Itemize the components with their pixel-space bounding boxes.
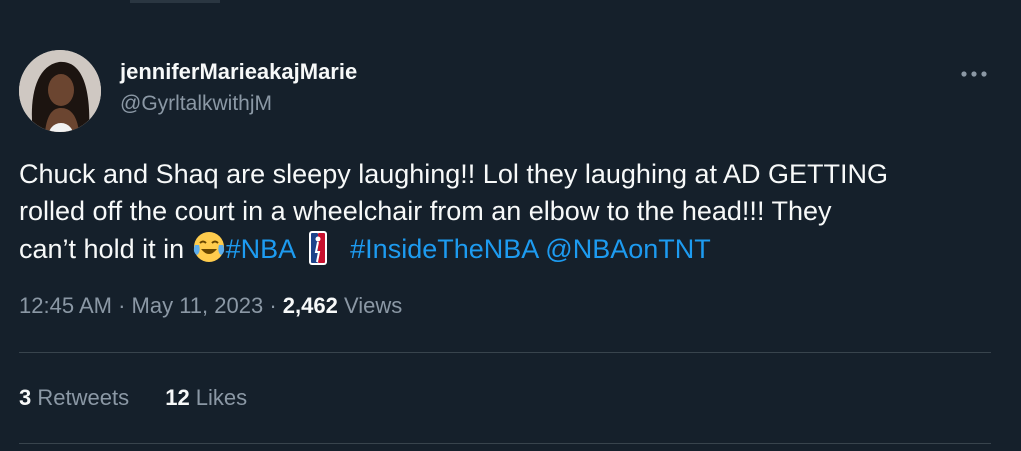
display-name[interactable]: jenniferMarieakajMarie	[120, 58, 357, 86]
tweet-date[interactable]: May 11, 2023	[132, 293, 264, 318]
more-options-button[interactable]	[952, 58, 996, 90]
avatar[interactable]	[19, 50, 101, 132]
retweets-label: Retweets	[31, 385, 130, 410]
views-count: 2,462	[282, 293, 338, 318]
nba-logo-icon	[308, 230, 328, 266]
tweet-card: jenniferMarieakajMarie @GyrltalkwithjM C…	[0, 0, 1021, 451]
retweets-count: 3	[19, 385, 32, 410]
hashtag-nba-link[interactable]: #NBA	[226, 234, 297, 264]
views-label: Views	[337, 293, 403, 318]
tweet-time[interactable]: 12:45 AM	[19, 293, 112, 318]
tweet-text-line: Chuck and Shaq are sleepy laughing!! Lol…	[19, 159, 889, 189]
likes-stat[interactable]: 12 Likes	[165, 385, 247, 410]
divider	[19, 443, 991, 444]
tweet-meta: 12:45 AM · May 11, 2023 · 2,462 Views	[19, 291, 402, 321]
likes-count: 12	[165, 385, 190, 410]
divider	[19, 352, 991, 353]
face-with-tears-of-joy-icon	[192, 230, 226, 264]
engagement-stats: 3 Retweets 12 Likes	[19, 383, 277, 413]
tweet-text: Chuck and Shaq are sleepy laughing!! Lol…	[19, 156, 1004, 268]
tweet-text-line: can’t hold it in #NBA #InsideTheNBA @NBA…	[19, 230, 1004, 268]
author-block: jenniferMarieakajMarie @GyrltalkwithjM	[120, 58, 357, 118]
user-handle[interactable]: @GyrltalkwithjM	[120, 90, 357, 118]
hashtag-insidethenba-link[interactable]: #InsideTheNBA	[350, 234, 538, 264]
mention-nbaontnt-link[interactable]: @NBAonTNT	[545, 234, 710, 264]
tweet-text-line: rolled off the court in a wheelchair fro…	[19, 196, 832, 226]
meta-separator: ·	[111, 293, 132, 318]
previous-content-edge	[130, 0, 220, 3]
tweet-text-segment: can’t hold it in	[19, 234, 192, 264]
retweets-stat[interactable]: 3 Retweets	[19, 385, 129, 410]
more-horizontal-icon	[961, 71, 987, 77]
likes-label: Likes	[189, 385, 248, 410]
meta-separator: ·	[263, 293, 283, 318]
